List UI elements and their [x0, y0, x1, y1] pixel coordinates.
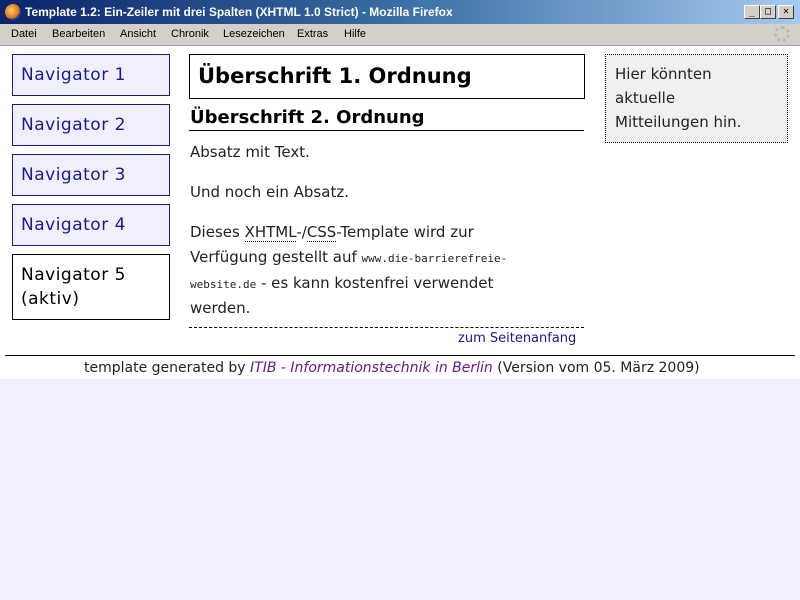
p3-text-c: Verfügung gestellt auf	[190, 248, 362, 266]
title-bar[interactable]: Template 1.2: Ein-Zeiler mit drei Spalte…	[0, 0, 800, 24]
nav-item-4-label: Navigator 4	[21, 215, 126, 235]
nav-item-5-state: (aktiv)	[21, 289, 80, 309]
p3-text-a: Dieses	[190, 223, 245, 241]
heading1-box: Überschrift 1. Ordnung	[189, 54, 585, 99]
maximize-button[interactable]: □	[760, 5, 776, 19]
p3-text-b: -Template wird zur	[336, 223, 474, 241]
website-url-part2: website.de	[190, 278, 257, 291]
nav-item-4[interactable]: Navigator 4	[12, 204, 170, 246]
website-url-part1: www.die-barrierefreie-	[361, 252, 508, 265]
nav-item-2-label: Navigator 2	[21, 115, 126, 135]
footer-text: template generated by ITIB - Information…	[84, 360, 700, 376]
menu-hilfe[interactable]: Hilfe	[344, 28, 366, 40]
menu-extras[interactable]: Extras	[297, 28, 328, 40]
close-button[interactable]: ✕	[778, 5, 794, 19]
throbber-icon	[774, 26, 790, 42]
nav-item-2[interactable]: Navigator 2	[12, 104, 170, 146]
footer-version: (Version vom 05. März 2009)	[492, 360, 700, 376]
news-line-1: Hier könnten	[615, 65, 712, 83]
page-content: Navigator 1 Navigator 2 Navigator 3 Navi…	[0, 46, 800, 356]
footer-itib-link[interactable]: ITIB - Informationstechnik in Berlin	[250, 360, 493, 376]
nav-item-5-label: Navigator 5	[21, 265, 126, 285]
p3-text-d: - es kann kostenfrei verwendet	[256, 274, 494, 292]
minimize-button[interactable]: _	[744, 5, 760, 19]
news-line-2: aktuelle	[615, 89, 676, 107]
heading2-underline	[189, 130, 584, 131]
footer: template generated by ITIB - Information…	[0, 356, 800, 379]
firefox-icon	[5, 4, 21, 20]
footer-prefix: template generated by	[84, 360, 251, 376]
abbr-xhtml[interactable]: XHTML	[244, 223, 297, 242]
paragraph-2: Und noch ein Absatz.	[190, 183, 349, 201]
news-box: Hier könnten aktuelle Mitteilungen hin.	[605, 54, 788, 143]
menu-ansicht[interactable]: Ansicht	[120, 28, 156, 40]
window-title: Template 1.2: Ein-Zeiler mit drei Spalte…	[25, 5, 453, 19]
paragraph-1: Absatz mit Text.	[190, 143, 310, 161]
menu-datei[interactable]: Datei	[11, 28, 37, 40]
menu-chronik[interactable]: Chronik	[171, 28, 209, 40]
page-title: Überschrift 1. Ordnung	[198, 64, 472, 88]
paragraph-3-line-3: website.de - es kann kostenfrei verwende…	[190, 271, 493, 297]
p3-separator: -/	[296, 223, 307, 241]
paragraph-3-line-4: werden.	[190, 299, 251, 317]
menu-bearbeiten[interactable]: Bearbeiten	[52, 28, 105, 40]
nav-item-1[interactable]: Navigator 1	[12, 54, 170, 96]
heading2: Überschrift 2. Ordnung	[190, 107, 425, 128]
menu-lesezeichen[interactable]: Lesezeichen	[223, 28, 285, 40]
paragraph-3-line-2: Verfügung gestellt auf www.die-barrieref…	[190, 245, 507, 271]
paragraph-3-line-1: Dieses XHTML-/CSS-Template wird zur	[190, 220, 474, 245]
nav-item-3[interactable]: Navigator 3	[12, 154, 170, 196]
nav-item-3-label: Navigator 3	[21, 165, 126, 185]
news-line-3: Mitteilungen hin.	[615, 113, 742, 131]
nav-item-1-label: Navigator 1	[21, 65, 126, 85]
back-to-top-link[interactable]: zum Seitenanfang	[458, 331, 576, 346]
menu-bar: Datei Bearbeiten Ansicht Chronik Lesezei…	[0, 24, 800, 46]
content-divider	[189, 327, 584, 328]
abbr-css[interactable]: CSS	[306, 223, 337, 242]
nav-item-5-active[interactable]: Navigator 5 (aktiv)	[12, 254, 170, 320]
